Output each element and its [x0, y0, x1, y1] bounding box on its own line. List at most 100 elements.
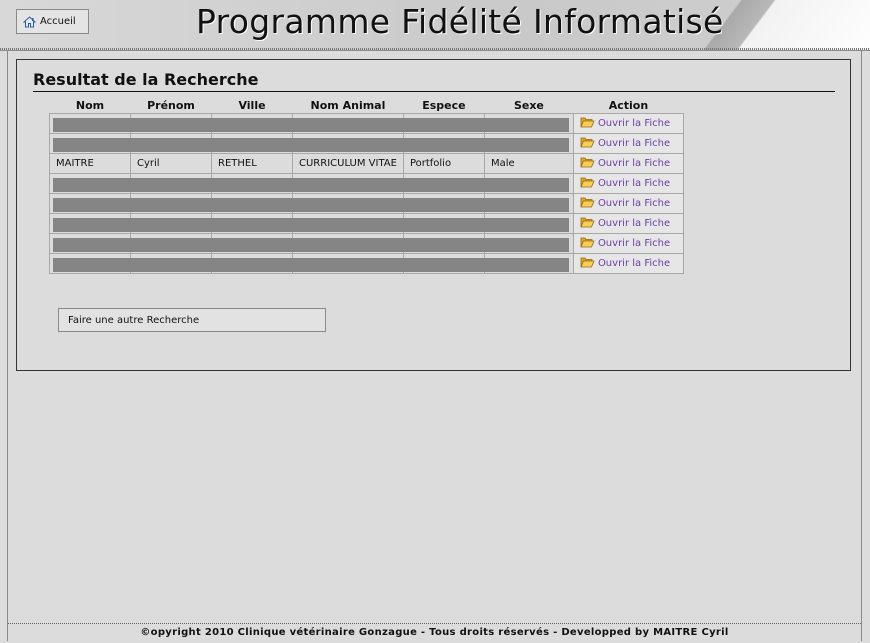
- panel-title: Resultat de la Recherche: [33, 70, 835, 92]
- cell-nom-animal: [292, 213, 404, 234]
- open-record-link[interactable]: Ouvrir la Fiche: [580, 136, 677, 151]
- open-record-label: Ouvrir la Fiche: [597, 158, 671, 169]
- cell-nom: [49, 253, 569, 274]
- cell-ville: [211, 253, 293, 274]
- cell-action: Ouvrir la Fiche: [572, 253, 684, 274]
- open-record-label: Ouvrir la Fiche: [597, 198, 671, 209]
- app-title: Programme Fidélité Informatisé: [196, 2, 724, 41]
- folder-open-icon: [580, 216, 595, 231]
- cell-nom-animal: [292, 133, 404, 154]
- cell-nom: [49, 193, 569, 214]
- column-header-sexe: Sexe: [513, 98, 544, 112]
- cell-ville: [211, 113, 293, 134]
- cell-sexe: [483, 193, 574, 214]
- cell-nom-animal: CURRICULUM VITAE: [292, 153, 404, 174]
- open-record-link[interactable]: Ouvrir la Fiche: [580, 236, 677, 251]
- table-row: Ouvrir la Fiche: [49, 133, 684, 154]
- column-header-action: Action: [608, 98, 649, 112]
- results-table: Nom Prénom Ville Nom Animal Espece Sexe …: [49, 97, 684, 274]
- footer-copyright: ©opyright 2010 Clinique vétérinaire Gonz…: [8, 623, 861, 642]
- cell-nom: [49, 133, 569, 154]
- new-search-button[interactable]: Faire une autre Recherche: [58, 308, 326, 332]
- folder-open-icon: [580, 176, 595, 191]
- table-header-row: Nom Prénom Ville Nom Animal Espece Sexe …: [50, 97, 684, 114]
- cell-action: Ouvrir la Fiche: [572, 233, 684, 254]
- cell-sexe: [483, 173, 574, 194]
- folder-open-icon: [580, 256, 595, 271]
- folder-open-icon: [580, 116, 595, 131]
- cell-espece: [402, 213, 485, 234]
- folder-open-icon: [580, 136, 595, 151]
- open-record-label: Ouvrir la Fiche: [597, 178, 671, 189]
- cell-espece: [402, 253, 485, 274]
- table-body: Ouvrir la Fiche Ouvrir la Fiche MAITRE C…: [49, 113, 684, 274]
- app-header: Accueil Programme Fidélité Informatisé: [0, 0, 870, 51]
- cell-sexe: [483, 113, 574, 134]
- header-divider: [0, 48, 870, 50]
- column-header-nom-animal: Nom Animal: [310, 98, 386, 112]
- table-row: Ouvrir la Fiche: [49, 193, 684, 214]
- folder-open-icon: [580, 236, 595, 251]
- cell-action: Ouvrir la Fiche: [572, 113, 684, 134]
- home-button[interactable]: Accueil: [16, 9, 89, 34]
- cell-nom-animal: [292, 193, 404, 214]
- table-row: MAITRE Cyril RETHEL CURRICULUM VITAE Por…: [49, 153, 684, 174]
- cell-espece: [402, 133, 485, 154]
- cell-nom: [49, 173, 569, 194]
- cell-prenom: [130, 233, 212, 254]
- cell-prenom: [130, 193, 212, 214]
- cell-nom-animal: [292, 253, 404, 274]
- cell-nom-animal: [292, 233, 404, 254]
- open-record-link[interactable]: Ouvrir la Fiche: [580, 256, 677, 271]
- cell-ville: RETHEL: [211, 153, 293, 174]
- cell-espece: [402, 233, 485, 254]
- cell-action: Ouvrir la Fiche: [572, 153, 684, 174]
- open-record-label: Ouvrir la Fiche: [597, 118, 671, 129]
- cell-prenom: [130, 113, 212, 134]
- cell-prenom: Cyril: [130, 153, 212, 174]
- cell-sexe: [483, 253, 574, 274]
- cell-ville: [211, 213, 293, 234]
- cell-ville: [211, 193, 293, 214]
- cell-action: Ouvrir la Fiche: [572, 173, 684, 194]
- home-button-label: Accueil: [40, 16, 76, 27]
- cell-espece: [402, 193, 485, 214]
- column-header-espece: Espece: [422, 98, 466, 112]
- cell-prenom: [130, 133, 212, 154]
- cell-sexe: [483, 213, 574, 234]
- cell-action: Ouvrir la Fiche: [572, 193, 684, 214]
- folder-open-icon: [580, 156, 595, 171]
- cell-nom-animal: [292, 173, 404, 194]
- open-record-label: Ouvrir la Fiche: [597, 238, 671, 249]
- table-row: Ouvrir la Fiche: [49, 113, 684, 134]
- open-record-link[interactable]: Ouvrir la Fiche: [580, 116, 677, 131]
- cell-nom: [49, 233, 569, 254]
- open-record-label: Ouvrir la Fiche: [597, 138, 671, 149]
- cell-sexe: [483, 133, 574, 154]
- open-record-link[interactable]: Ouvrir la Fiche: [580, 176, 677, 191]
- open-record-link[interactable]: Ouvrir la Fiche: [580, 216, 677, 231]
- table-row: Ouvrir la Fiche: [49, 233, 684, 254]
- results-panel: Resultat de la Recherche Nom Prénom Vill…: [16, 59, 851, 371]
- column-header-prenom: Prénom: [147, 98, 195, 112]
- table-row: Ouvrir la Fiche: [49, 173, 684, 194]
- cell-espece: [402, 113, 485, 134]
- cell-nom: MAITRE: [49, 153, 131, 174]
- house-icon: [23, 15, 36, 28]
- cell-ville: [211, 233, 293, 254]
- cell-action: Ouvrir la Fiche: [572, 133, 684, 154]
- cell-nom: [49, 113, 569, 134]
- cell-action: Ouvrir la Fiche: [572, 213, 684, 234]
- cell-ville: [211, 173, 293, 194]
- cell-ville: [211, 133, 293, 154]
- cell-nom: [49, 213, 569, 234]
- cell-nom-animal: [292, 113, 404, 134]
- cell-sexe: Male: [483, 153, 574, 174]
- open-record-link[interactable]: Ouvrir la Fiche: [580, 196, 677, 211]
- cell-prenom: [130, 213, 212, 234]
- cell-sexe: [483, 233, 574, 254]
- open-record-link[interactable]: Ouvrir la Fiche: [580, 156, 677, 171]
- column-header-ville: Ville: [238, 98, 266, 112]
- folder-open-icon: [580, 196, 595, 211]
- column-header-nom: Nom: [75, 98, 105, 112]
